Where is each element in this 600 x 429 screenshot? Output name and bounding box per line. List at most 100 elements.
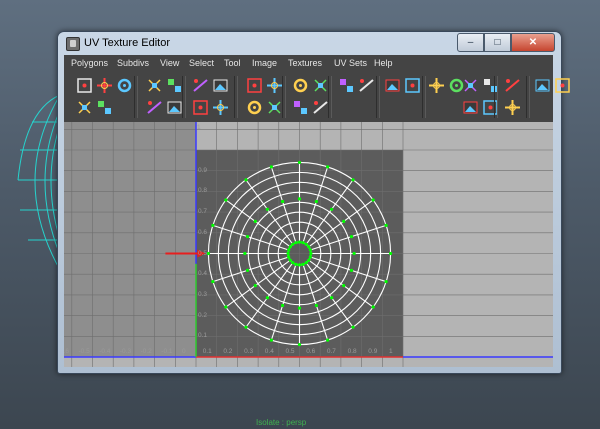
image-ratio-icon[interactable]: [504, 99, 521, 116]
uv-vertex: [244, 325, 248, 329]
sew-uv-edges-icon[interactable]: [266, 77, 283, 94]
uv-vertex: [384, 280, 388, 284]
uv-vertex: [243, 251, 247, 256]
v-tick-label: 0.5: [198, 249, 208, 257]
add-isolate-icon[interactable]: [166, 99, 183, 116]
u-tick-label: -0.3: [119, 348, 132, 355]
flip-u-icon[interactable]: [146, 77, 163, 94]
u-tick-label: 0.4: [264, 348, 274, 355]
title-bar[interactable]: UV Texture Editor – □ ✕: [58, 32, 561, 54]
close-button[interactable]: ✕: [511, 33, 555, 52]
rotate-ccw-icon[interactable]: [192, 77, 209, 94]
uv-vertex: [224, 198, 228, 202]
uv-vertex: [351, 325, 355, 329]
uv-vertex: [388, 251, 393, 256]
menu-tool[interactable]: Tool: [224, 58, 241, 68]
menu-image[interactable]: Image: [252, 58, 277, 68]
menu-polygons[interactable]: Polygons: [71, 58, 108, 68]
menu-help[interactable]: Help: [374, 58, 393, 68]
map-uv-border-icon[interactable]: [338, 77, 355, 94]
uv-negative-region: [64, 122, 196, 357]
select-uvs-icon[interactable]: [76, 77, 93, 94]
uv-vertex: [351, 178, 355, 182]
snapshot-icon[interactable]: [212, 99, 229, 116]
toolbar-separator: [182, 76, 186, 118]
u-tick-label: 0.9: [368, 348, 378, 355]
move-sew-icon[interactable]: [292, 77, 309, 94]
uv-vertex: [297, 160, 302, 165]
uv-smudge-icon[interactable]: [76, 99, 93, 116]
uv-shading-icon[interactable]: [266, 99, 283, 116]
rotate-cw-icon[interactable]: [212, 77, 229, 94]
layout-uvs-icon[interactable]: [428, 77, 445, 94]
select-uv-shell-icon[interactable]: [96, 77, 113, 94]
uv-editor-canvas[interactable]: 1 0.9 0.8 0.7 0.6 0.5 0.4 0.3 0.2 0.1 -0.1 -0.6 -0.5…: [64, 122, 553, 367]
grid-uvs-icon[interactable]: [384, 77, 401, 94]
u-tick-label: -0.5: [78, 348, 90, 355]
uv-vertex: [211, 280, 215, 284]
uv-relax-icon[interactable]: [96, 99, 113, 116]
remove-isolate-icon[interactable]: [192, 99, 209, 116]
uv-vertex: [330, 296, 334, 300]
v-tick-label: 0.9: [198, 166, 208, 174]
toolbar-separator: [422, 76, 426, 118]
uv-vertex: [269, 165, 273, 169]
u-tick-label: -0.6: [64, 348, 70, 355]
uv-vertex: [269, 338, 273, 342]
unfold-uvs-icon[interactable]: [404, 77, 421, 94]
u-tick-label: 0.1: [202, 348, 212, 355]
v-tick-label: 0.7: [198, 208, 208, 216]
u-tick-label: -0.4: [99, 348, 111, 355]
uv-toolbar: [64, 72, 570, 122]
uv-vertex: [349, 268, 354, 272]
menu-view[interactable]: View: [160, 58, 179, 68]
u-tick-label: 0.6: [306, 348, 316, 355]
copy-uvs-icon[interactable]: [534, 77, 551, 94]
toolbar-separator: [328, 76, 332, 118]
uv-texture-editor-window: UV Texture Editor – □ ✕ Polygons Subdivs…: [57, 31, 570, 374]
menu-textures[interactable]: Textures: [288, 58, 322, 68]
rgb-channels-icon[interactable]: [462, 99, 479, 116]
flip-v-icon[interactable]: [166, 77, 183, 94]
uv-distortion-icon[interactable]: [246, 99, 263, 116]
minimize-button[interactable]: –: [457, 33, 484, 52]
tiles-icon[interactable]: [292, 99, 309, 116]
uv-vertex: [326, 338, 330, 342]
uv-vertex: [211, 223, 215, 227]
uv-vertex: [349, 235, 354, 239]
uv-vertex: [253, 219, 257, 223]
v-tick-label: 0.2: [198, 311, 208, 319]
merge-uvs-icon[interactable]: [312, 77, 329, 94]
u-tick-label: 0.3: [244, 348, 254, 355]
maximize-button[interactable]: □: [484, 33, 511, 52]
uv-lattice-icon[interactable]: [116, 77, 133, 94]
uv-vertex: [330, 207, 334, 211]
uv-vertex: [352, 251, 356, 256]
u-tick-label: 0.7: [326, 348, 336, 355]
uv-grid-view[interactable]: [64, 122, 553, 367]
checker-icon[interactable]: [462, 77, 479, 94]
straighten-uvs-icon[interactable]: [358, 77, 375, 94]
texture-borders-icon[interactable]: [504, 77, 521, 94]
uv-vertex: [326, 165, 330, 169]
uv-vertex: [281, 303, 285, 308]
uv-vertex: [297, 306, 302, 310]
menu-subdivs[interactable]: Subdivs: [117, 58, 149, 68]
window-title: UV Texture Editor: [84, 37, 171, 49]
cut-uv-edges-icon[interactable]: [246, 77, 263, 94]
isolate-select-icon[interactable]: [146, 99, 163, 116]
dim-image-icon[interactable]: [312, 99, 329, 116]
uv-vertex: [297, 342, 302, 347]
paste-uvs-icon[interactable]: [554, 77, 571, 94]
viewport-status-label: Isolate : persp: [256, 418, 307, 427]
u-tick-label: 1: [389, 348, 393, 355]
v-tick-label: 0.3: [198, 290, 208, 298]
uv-vertex: [342, 219, 346, 223]
toolbar-separator: [134, 76, 138, 118]
v-axis-top-label: 1: [197, 124, 201, 131]
toolbar-separator: [376, 76, 380, 118]
menu-uv-sets[interactable]: UV Sets: [334, 58, 367, 68]
uv-vertex: [371, 305, 375, 309]
menu-select[interactable]: Select: [189, 58, 214, 68]
u-tick-label: 0.5: [285, 348, 295, 355]
